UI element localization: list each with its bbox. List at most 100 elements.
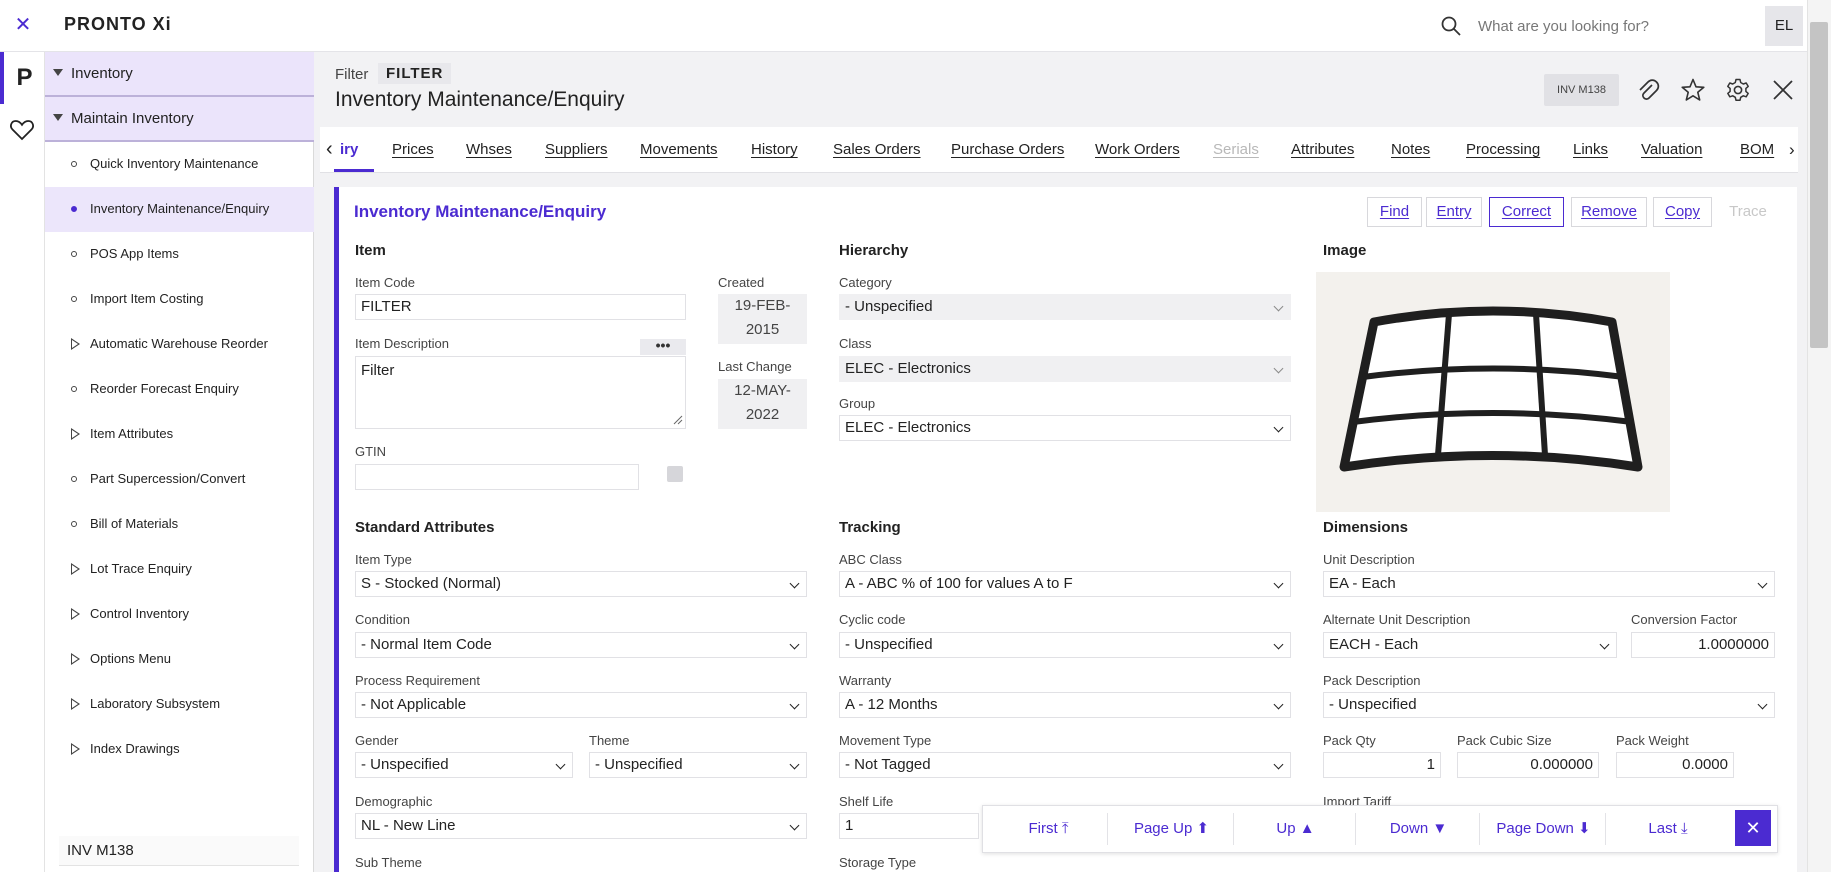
- tab-scroll-left-icon[interactable]: ‹: [326, 138, 333, 161]
- user-avatar[interactable]: EL: [1765, 6, 1803, 46]
- nav-item[interactable]: Automatic Warehouse Reorder: [45, 322, 314, 367]
- pack-weight-input[interactable]: 0.0000: [1616, 752, 1734, 778]
- paperclip-icon[interactable]: [1635, 77, 1661, 103]
- movement-type-value: - Not Tagged: [845, 756, 931, 773]
- nav-item[interactable]: Quick Inventory Maintenance: [45, 142, 314, 187]
- dimensions-section-title: Dimensions: [1323, 519, 1409, 536]
- nav-item[interactable]: Control Inventory: [45, 592, 314, 637]
- tab-bom[interactable]: BOM: [1740, 141, 1774, 158]
- theme-value: - Unspecified: [595, 756, 683, 773]
- nav-item[interactable]: Laboratory Subsystem: [45, 682, 314, 727]
- chevron-down-icon: [1273, 578, 1284, 589]
- pack-weight-label: Pack Weight: [1616, 733, 1689, 748]
- alternate-unit-select[interactable]: EACH - Each: [1323, 632, 1617, 658]
- conversion-factor-input[interactable]: 1.0000000: [1631, 632, 1775, 658]
- nav-item[interactable]: Item Attributes: [45, 412, 314, 457]
- tab-work-orders[interactable]: Work Orders: [1095, 141, 1180, 158]
- nav-item[interactable]: Index Drawings: [45, 727, 314, 772]
- program-code-field[interactable]: INV M138: [59, 836, 299, 866]
- tab-sales-orders[interactable]: Sales Orders: [833, 141, 921, 158]
- nav-item[interactable]: Import Item Costing: [45, 277, 314, 322]
- pager-up-button[interactable]: Up ▲: [1236, 813, 1356, 845]
- movement-type-select[interactable]: - Not Tagged: [839, 752, 1291, 778]
- pager-page-up-button[interactable]: Page Up ⬆: [1110, 813, 1234, 845]
- gear-icon[interactable]: [1725, 77, 1751, 103]
- nav-item[interactable]: Lot Trace Enquiry: [45, 547, 314, 592]
- pack-description-select[interactable]: - Unspecified: [1323, 692, 1775, 718]
- item-description-label: Item Description: [355, 336, 449, 351]
- favorites-heart-icon[interactable]: [8, 116, 36, 144]
- tab-movements[interactable]: Movements: [640, 141, 718, 158]
- created-date-line2: 2015: [745, 321, 780, 338]
- chevron-down-icon: [789, 699, 800, 710]
- tab-valuation[interactable]: Valuation: [1641, 141, 1702, 158]
- condition-value: - Normal Item Code: [361, 636, 492, 653]
- pager-close-icon[interactable]: ✕: [1735, 810, 1771, 846]
- class-select[interactable]: ELEC - Electronics: [839, 356, 1291, 382]
- warranty-select[interactable]: A - 12 Months: [839, 692, 1291, 718]
- abc-class-select[interactable]: A - ABC % of 100 for values A to F: [839, 571, 1291, 597]
- tab-purchase-orders[interactable]: Purchase Orders: [951, 141, 1064, 158]
- tab-processing[interactable]: Processing: [1466, 141, 1540, 158]
- tab-scroll-right-icon[interactable]: ›: [1789, 140, 1795, 160]
- chevron-down-icon: [1273, 699, 1284, 710]
- demographic-select[interactable]: NL - New Line: [355, 813, 807, 839]
- group-select[interactable]: ELEC - Electronics: [839, 415, 1291, 441]
- close-program-icon[interactable]: [1770, 77, 1796, 103]
- condition-select[interactable]: - Normal Item Code: [355, 632, 807, 658]
- pronto-menu-icon[interactable]: P: [0, 52, 45, 104]
- item-description-textarea[interactable]: Filter: [355, 356, 686, 429]
- process-requirement-select[interactable]: - Not Applicable: [355, 692, 807, 718]
- global-search-input[interactable]: [1478, 10, 1758, 42]
- trace-button[interactable]: Trace: [1718, 197, 1778, 227]
- expand-triangle-icon: [71, 743, 80, 755]
- tab-iry[interactable]: iry: [340, 141, 358, 158]
- nav-item[interactable]: POS App Items: [45, 232, 314, 277]
- item-type-select[interactable]: S - Stocked (Normal): [355, 571, 807, 597]
- tab-links[interactable]: Links: [1573, 141, 1608, 158]
- tab-attributes[interactable]: Attributes: [1291, 141, 1354, 158]
- gender-select[interactable]: - Unspecified: [355, 752, 573, 778]
- tab-serials[interactable]: Serials: [1213, 141, 1259, 158]
- tab-notes[interactable]: Notes: [1391, 141, 1430, 158]
- search-icon[interactable]: [1440, 15, 1462, 37]
- gtin-lookup-icon[interactable]: [667, 466, 683, 482]
- correct-button[interactable]: Correct: [1489, 197, 1564, 227]
- more-options-icon[interactable]: •••: [640, 338, 686, 355]
- gtin-input[interactable]: [355, 464, 639, 490]
- pager-down-button[interactable]: Down ▼: [1358, 813, 1480, 845]
- bullet-icon: [71, 251, 77, 257]
- nav-group-inventory[interactable]: Inventory: [45, 52, 314, 97]
- cyclic-code-select[interactable]: - Unspecified: [839, 632, 1291, 658]
- shelf-life-input[interactable]: 1: [839, 813, 979, 839]
- tab-prices[interactable]: Prices: [392, 141, 434, 158]
- item-code-input[interactable]: FILTER: [355, 294, 686, 320]
- chevron-down-icon: [789, 578, 800, 589]
- nav-item[interactable]: Inventory Maintenance/Enquiry: [45, 187, 314, 232]
- resize-handle-icon[interactable]: [673, 415, 683, 425]
- nav-item[interactable]: Options Menu: [45, 637, 314, 682]
- find-button[interactable]: Find: [1367, 197, 1422, 227]
- close-menu-icon[interactable]: ✕: [10, 12, 36, 38]
- unit-description-select[interactable]: EA - Each: [1323, 571, 1775, 597]
- pager-page-down-button[interactable]: Page Down ⬇: [1482, 813, 1606, 845]
- tab-history[interactable]: History: [751, 141, 798, 158]
- entry-button[interactable]: Entry: [1426, 197, 1482, 227]
- nav-item[interactable]: Reorder Forecast Enquiry: [45, 367, 314, 412]
- pager-first-button[interactable]: First ⤒: [990, 813, 1108, 845]
- tab-whses[interactable]: Whses: [466, 141, 512, 158]
- pack-cubic-size-input[interactable]: 0.000000: [1457, 752, 1599, 778]
- pack-qty-input[interactable]: 1: [1323, 752, 1441, 778]
- copy-button[interactable]: Copy: [1653, 197, 1712, 227]
- nav-group-maintain-inventory[interactable]: Maintain Inventory: [45, 97, 314, 142]
- star-icon[interactable]: [1680, 77, 1706, 103]
- chevron-down-icon: [789, 639, 800, 650]
- category-select[interactable]: - Unspecified: [839, 294, 1291, 320]
- nav-item[interactable]: Part Supercession/Convert: [45, 457, 314, 502]
- theme-select[interactable]: - Unspecified: [589, 752, 807, 778]
- nav-item[interactable]: Bill of Materials: [45, 502, 314, 547]
- pager-last-button[interactable]: Last ⤓: [1608, 813, 1728, 845]
- tab-suppliers[interactable]: Suppliers: [545, 141, 608, 158]
- page-scrollbar-thumb[interactable]: [1810, 22, 1828, 348]
- remove-button[interactable]: Remove: [1571, 197, 1647, 227]
